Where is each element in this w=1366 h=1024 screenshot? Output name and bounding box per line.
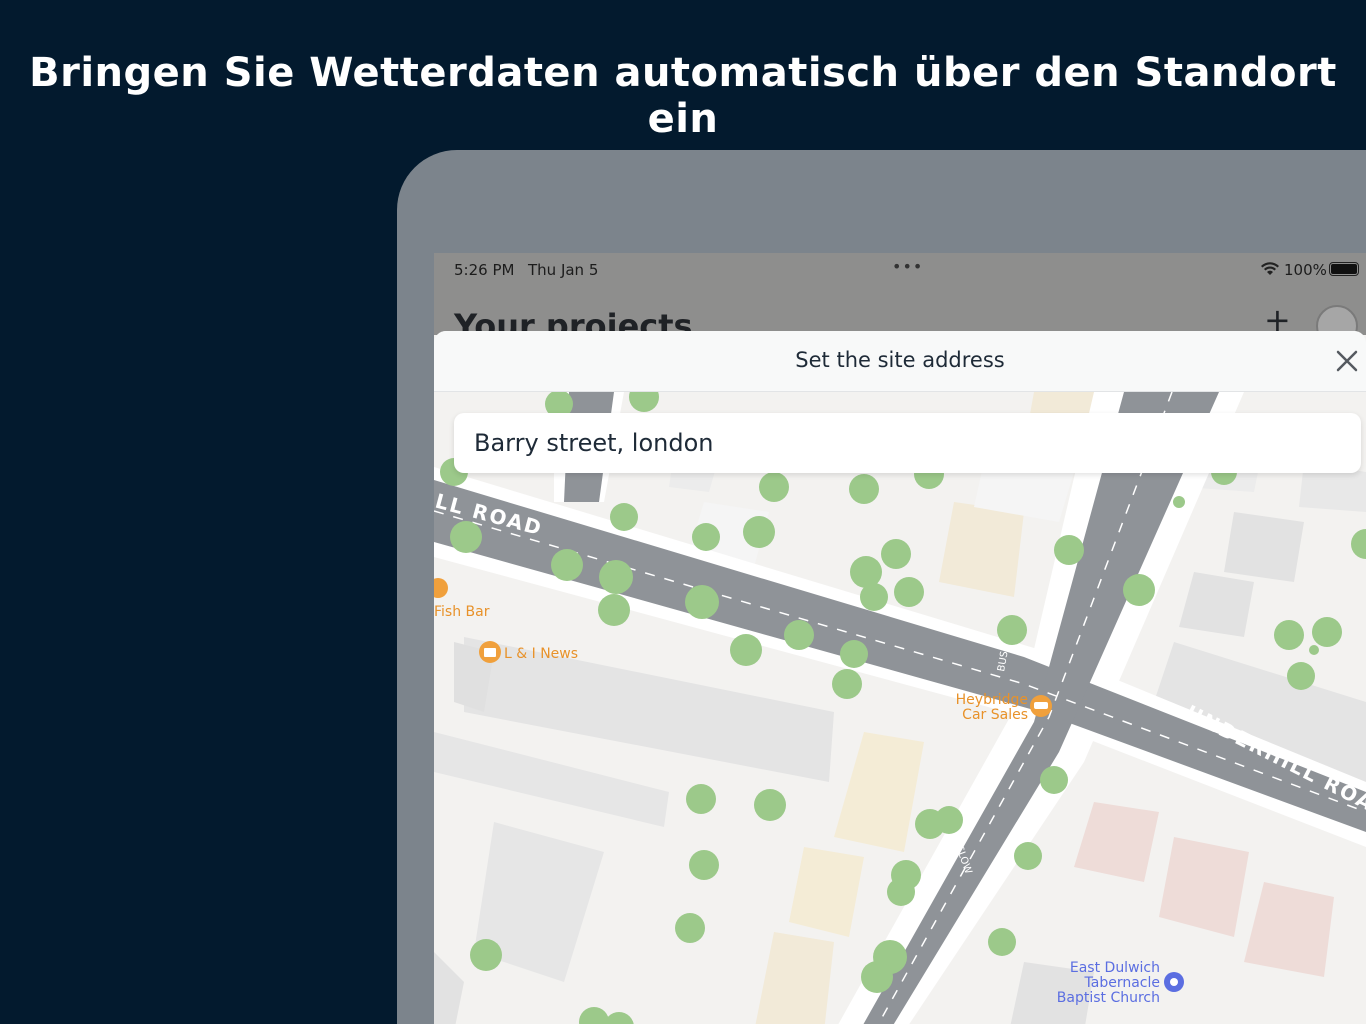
battery-icon bbox=[1329, 262, 1359, 276]
poi-heybridge-label-line1: Heybridge bbox=[956, 692, 1028, 708]
briefcase-icon bbox=[484, 648, 496, 657]
car-icon bbox=[1034, 702, 1048, 709]
sheet-header: Set the site address bbox=[434, 331, 1366, 392]
poi-church-label-line1: East Dulwich bbox=[1070, 960, 1160, 976]
poi-fish-bar-label: Fish Bar bbox=[434, 604, 490, 620]
map-view[interactable]: LL ROAD UNDERHILL ROAD SLOW BUS Fish Bar… bbox=[434, 392, 1366, 1024]
multitasking-dots-icon[interactable]: ••• bbox=[892, 257, 923, 276]
status-time: 5:26 PM bbox=[454, 261, 515, 279]
battery-percent: 100% bbox=[1284, 261, 1327, 279]
tablet-screen: 5:26 PM Thu Jan 5 ••• 100% Your projects… bbox=[434, 253, 1366, 1024]
poi-l-and-i-news-label: L & I News bbox=[504, 646, 578, 662]
poi-heybridge-label-line2: Car Sales bbox=[962, 707, 1028, 723]
headline: Bringen Sie Wetterdaten automatisch über… bbox=[29, 50, 1337, 142]
poi-church-label-line2: Tabernacle bbox=[1084, 975, 1160, 991]
close-icon[interactable] bbox=[1332, 346, 1362, 376]
wifi-icon bbox=[1261, 262, 1279, 275]
address-search-input[interactable] bbox=[454, 413, 1361, 473]
status-date: Thu Jan 5 bbox=[528, 261, 599, 279]
sheet-title: Set the site address bbox=[795, 348, 1005, 372]
address-sheet: Set the site address LL ROAD UNDERHILL R… bbox=[434, 331, 1366, 1024]
status-bar: 5:26 PM Thu Jan 5 ••• 100% bbox=[434, 253, 1366, 285]
background-header: Your projects + bbox=[434, 285, 1366, 347]
poi-church-label-line3: Baptist Church bbox=[1057, 990, 1160, 1006]
